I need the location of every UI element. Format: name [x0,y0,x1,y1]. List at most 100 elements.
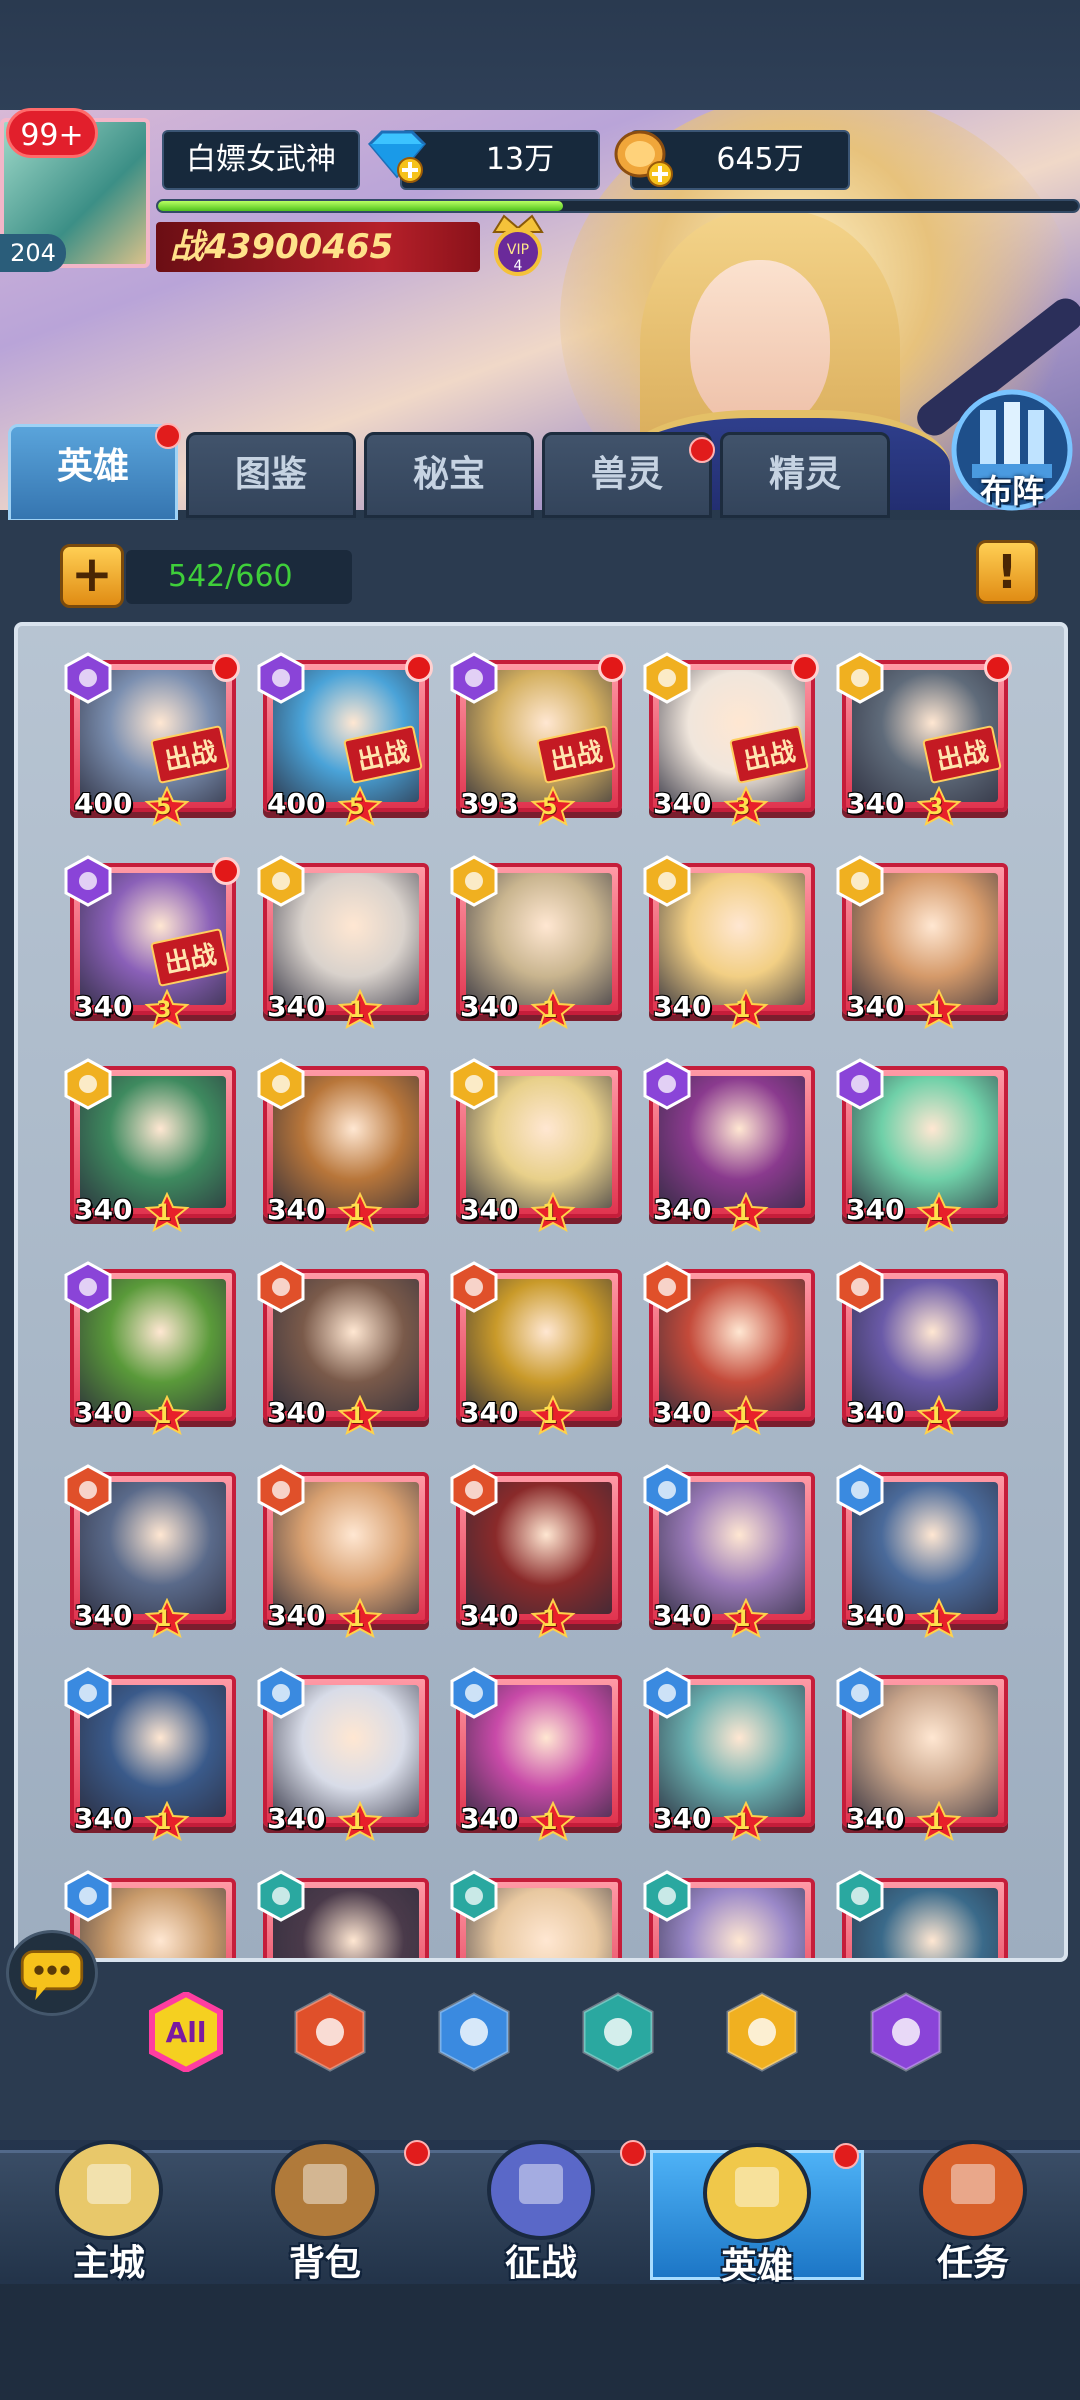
nav-item[interactable]: 任务 [866,2140,1080,2284]
hero-card[interactable]: 340 1 [836,855,1008,1029]
hero-card[interactable]: 340 1 [836,1058,1008,1232]
hero-level: 340 [460,990,519,1023]
hero-card[interactable]: 340 1 [64,1058,236,1232]
hero-card[interactable] [257,1870,429,1958]
hero-star-count: 1 [349,1810,365,1835]
notification-badge: 99+ [6,108,98,158]
filter-orange-icon[interactable] [290,1992,370,2072]
hero-card[interactable]: 340 1 [257,1464,429,1638]
hero-star-count: 3 [735,795,751,820]
faction-emblem-icon [257,1667,305,1719]
hero-notification-dot [791,654,819,682]
scroll-icon [919,2140,1027,2240]
faction-emblem-icon [64,1261,112,1313]
faction-emblem-icon [643,855,691,907]
hero-card[interactable]: 出战 340 3 [836,652,1012,826]
hero-card[interactable]: 340 1 [450,1058,622,1232]
vip-level: 4 [514,258,523,274]
nav-item[interactable]: 英雄 [650,2143,864,2287]
hero-level: 340 [74,1599,133,1632]
faction-emblem-icon [450,1058,498,1110]
hero-star-count: 5 [542,795,558,820]
nav-item[interactable]: 征战 [434,2140,648,2284]
hero-card[interactable]: 340 1 [257,1667,429,1841]
system-nav-area [0,2284,1080,2400]
info-button[interactable]: ! [976,540,1038,604]
hero-star-count: 1 [735,1607,751,1632]
hero-card[interactable]: 340 1 [836,1667,1008,1841]
faction-emblem-icon [836,1058,884,1110]
hero-card[interactable]: 出战 400 5 [64,652,240,826]
coin-plus-icon[interactable] [610,126,680,190]
hero-level: 340 [267,990,326,1023]
hero-card[interactable]: 340 1 [257,1058,429,1232]
hero-card[interactable]: 出战 400 5 [257,652,433,826]
hero-card[interactable] [64,1870,236,1958]
hero-card[interactable]: 340 1 [836,1464,1008,1638]
nav-label: 任务 [936,2243,1009,2284]
hero-star-count: 1 [928,1201,944,1226]
hero-card[interactable]: 340 1 [643,1261,815,1435]
hero-level: 340 [846,1802,905,1835]
tab-treasure[interactable]: 秘宝 [364,432,534,518]
hero-level: 340 [653,990,712,1023]
hero-count: 542/660 [126,550,352,604]
hero-card[interactable]: 340 1 [450,1464,622,1638]
hero-star-count: 1 [349,1201,365,1226]
hero-card[interactable]: 340 1 [450,1667,622,1841]
hero-level: 340 [74,1396,133,1429]
hero-card[interactable]: 340 1 [257,855,429,1029]
nav-item[interactable]: 背包 [218,2140,432,2284]
tab-codex[interactable]: 图鉴 [186,432,356,518]
hero-card[interactable]: 出战 393 5 [450,652,626,826]
nav-item[interactable]: 主城 [2,2140,216,2284]
hero-card[interactable]: 340 1 [64,1261,236,1435]
player-level: 204 [0,234,66,272]
faction-emblem-icon [643,1058,691,1110]
faction-emblem-icon [450,652,498,704]
hero-level: 340 [460,1396,519,1429]
hero-card[interactable]: 340 1 [643,1058,815,1232]
faction-emblem-icon [836,1870,884,1922]
filter-blue-icon[interactable] [434,1992,514,2072]
hero-card[interactable]: 340 1 [836,1261,1008,1435]
hero-level: 340 [846,787,905,820]
faction-emblem-icon [64,652,112,704]
player-name[interactable]: 白嫖女武神 [162,130,360,190]
filter-teal-icon[interactable] [578,1992,658,2072]
hero-card[interactable]: 340 1 [64,1667,236,1841]
hero-card[interactable]: 出战 340 3 [643,652,819,826]
combat-power: 战43900465 [156,222,480,272]
hero-level: 340 [846,1396,905,1429]
tab-heroes[interactable]: 英雄 [8,423,181,522]
chat-icon[interactable] [6,1930,98,2016]
tab-spirit[interactable]: 精灵 [720,432,890,518]
faction-emblem-icon [643,652,691,704]
tab-beast-spirit[interactable]: 兽灵 [542,432,715,518]
hero-card[interactable] [450,1870,622,1958]
faction-emblem-icon [64,855,112,907]
faction-emblem-icon [836,1667,884,1719]
hero-card[interactable]: 340 1 [450,1261,622,1435]
hero-card[interactable] [643,1870,815,1958]
vip-label: VIP [507,242,529,258]
tab-label: 兽灵 [590,454,663,495]
hero-card[interactable] [836,1870,1008,1958]
filter-purple-icon[interactable] [866,1992,946,2072]
hero-level: 340 [846,1193,905,1226]
hero-card[interactable]: 340 1 [450,855,622,1029]
hero-notification-dot [405,654,433,682]
hero-card[interactable]: 340 1 [643,1667,815,1841]
diamond-plus-icon[interactable] [362,126,432,186]
hero-card[interactable]: 340 1 [643,1464,815,1638]
filter-all-icon[interactable]: All [146,1992,226,2072]
filter-gold-icon[interactable] [722,1992,802,2072]
hero-card[interactable]: 340 1 [64,1464,236,1638]
faction-emblem-icon [257,1261,305,1313]
vip-badge-icon[interactable]: VIP 4 [484,212,552,284]
hero-card[interactable]: 出战 340 3 [64,855,240,1029]
tab-label: 精灵 [768,454,841,495]
hero-card[interactable]: 340 1 [643,855,815,1029]
expand-slots-button[interactable]: + [60,544,124,608]
hero-card[interactable]: 340 1 [257,1261,429,1435]
